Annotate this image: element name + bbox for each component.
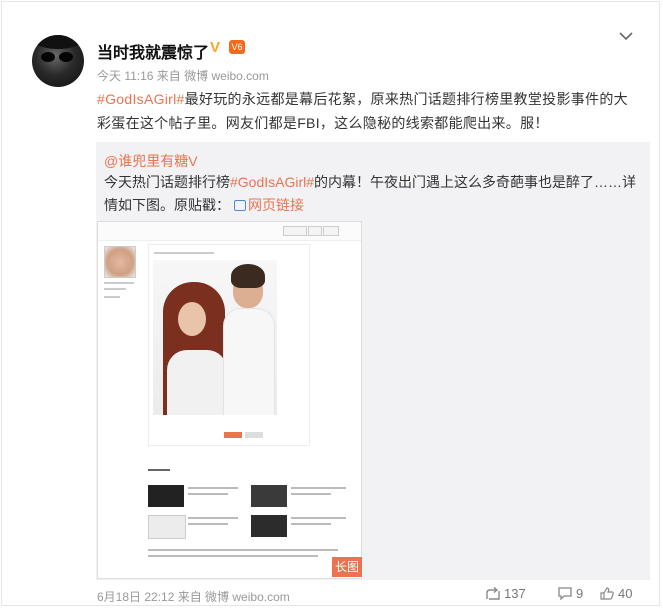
author-name[interactable]: 当时我就震惊了 <box>97 39 209 63</box>
post-text: #GodIsAGirl#最好玩的永远都是幕后花絮，原来热门话题排行榜里教堂投影事… <box>97 87 637 135</box>
comment-button[interactable]: 9 <box>558 586 583 601</box>
comment-count: 9 <box>576 586 584 601</box>
post-meta: 今天 11:16 来自 微博 weibo.com <box>97 69 269 83</box>
repost-count: 137 <box>504 586 526 601</box>
post-hashtag-link[interactable]: #GodIsAGirl# <box>97 91 185 107</box>
repost-text-before: 今天热门话题排行榜 <box>104 174 230 190</box>
chevron-down-icon[interactable] <box>618 28 634 44</box>
thumbs-up-icon <box>600 587 614 600</box>
link-icon <box>234 200 246 211</box>
repost-text: 今天热门话题排行榜#GodIsAGirl#的内幕！午夜出门遇上这么多奇葩事也是醉… <box>104 171 644 217</box>
verified-icon: V <box>210 39 221 56</box>
share-icon <box>486 587 500 600</box>
repost-hashtag-link[interactable]: #GodIsAGirl# <box>230 174 314 190</box>
reposted-content: @谁兜里有糖V 今天热门话题排行榜#GodIsAGirl#的内幕！午夜出门遇上这… <box>96 142 650 580</box>
comment-icon <box>558 587 572 600</box>
repost-author[interactable]: @谁兜里有糖V <box>104 151 198 171</box>
like-button[interactable]: 40 <box>600 586 632 601</box>
repost-time: 6月18日 22:12 来自 微博 weibo.com <box>97 590 290 604</box>
like-count: 40 <box>618 586 633 601</box>
weibo-post-card: 当时我就震惊了 V V6 今天 11:16 来自 微博 weibo.com #G… <box>1 1 660 606</box>
author-avatar[interactable] <box>32 35 84 87</box>
repost-button[interactable]: 137 <box>486 586 526 601</box>
long-image-badge: 长图 <box>332 557 362 577</box>
repost-image[interactable] <box>97 221 362 579</box>
web-link[interactable]: 网页链接 <box>248 197 304 213</box>
member-level-label: V6 <box>231 42 243 52</box>
member-level-badge[interactable]: V6 <box>229 40 245 54</box>
